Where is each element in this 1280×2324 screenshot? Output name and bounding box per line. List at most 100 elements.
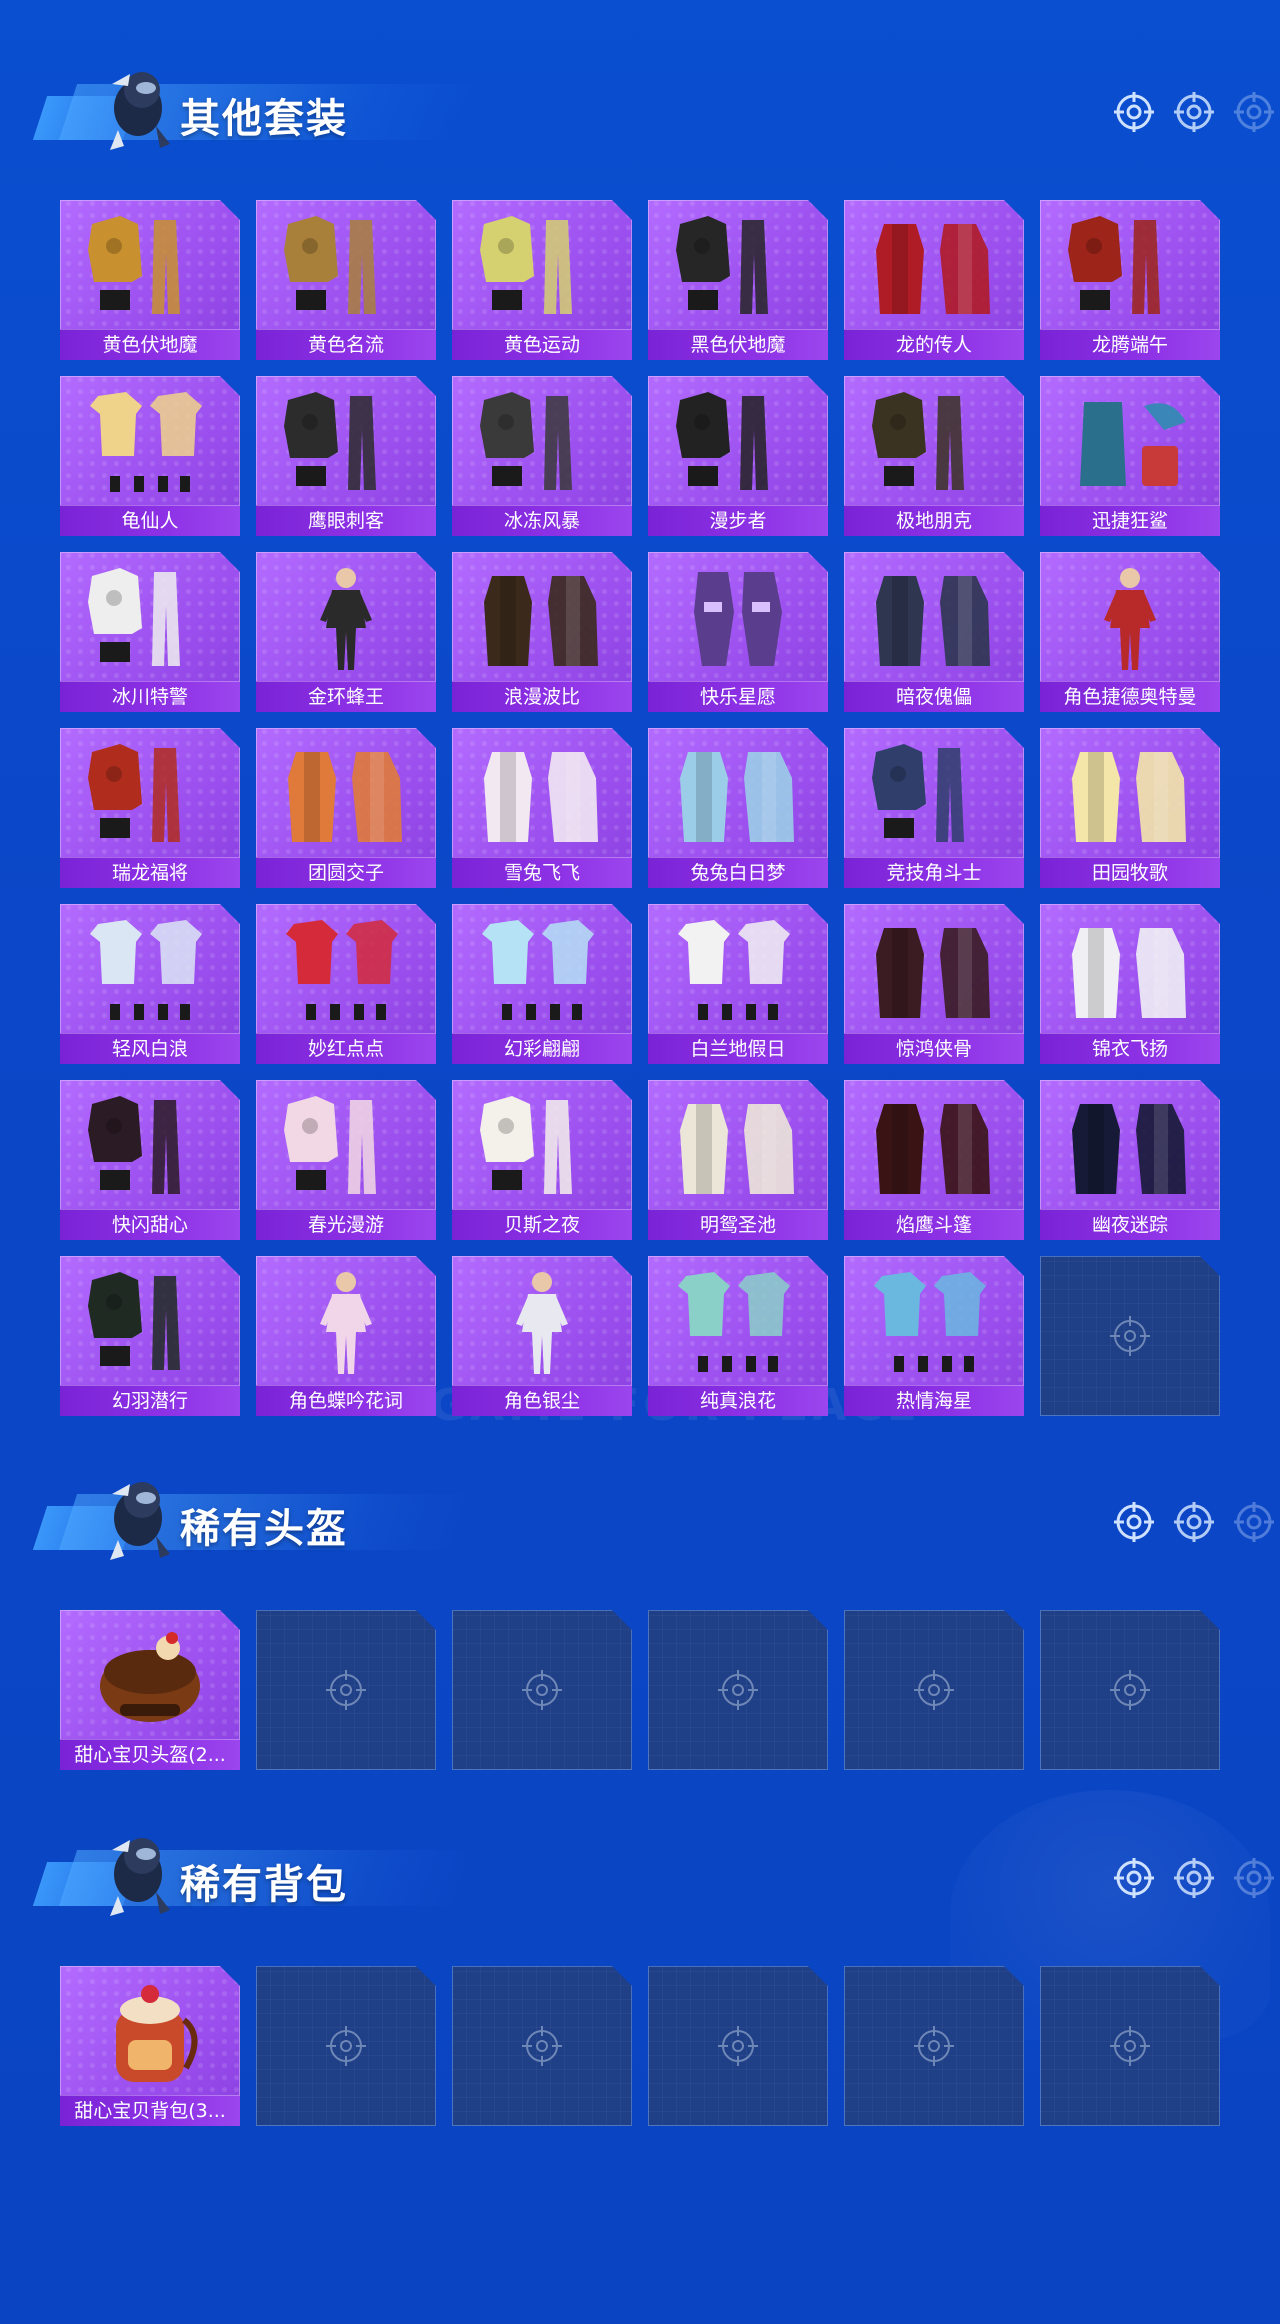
item-label: 黄色伏地魔 bbox=[60, 329, 240, 360]
item-card[interactable]: 锦衣飞扬 bbox=[1040, 904, 1220, 1064]
empty-slot[interactable] bbox=[1040, 1966, 1220, 2126]
item-card[interactable]: 角色捷德奥特曼 bbox=[1040, 552, 1220, 712]
item-label: 惊鸿侠骨 bbox=[844, 1033, 1024, 1064]
crosshair-icon bbox=[1172, 90, 1216, 134]
item-card[interactable]: 龙腾端午 bbox=[1040, 200, 1220, 360]
item-card[interactable]: 快闪甜心 bbox=[60, 1080, 240, 1240]
item-label: 轻风白浪 bbox=[60, 1033, 240, 1064]
dress-outfit-icon bbox=[276, 738, 416, 854]
item-card[interactable]: 金环蜂王 bbox=[256, 552, 436, 712]
item-label: 鹰眼刺客 bbox=[256, 505, 436, 536]
item-card[interactable]: 极地朋克 bbox=[844, 376, 1024, 536]
crosshair-icon bbox=[1232, 1856, 1276, 1900]
shirt-outfit-icon bbox=[668, 1266, 808, 1382]
item-card[interactable]: 迅捷狂鲨 bbox=[1040, 376, 1220, 536]
item-card[interactable]: 龟仙人 bbox=[60, 376, 240, 536]
item-card[interactable]: 龙的传人 bbox=[844, 200, 1024, 360]
crosshair-placeholder-icon bbox=[910, 2022, 958, 2070]
item-card[interactable]: 甜心宝贝背包(3... bbox=[60, 1966, 240, 2126]
item-label: 浪漫波比 bbox=[452, 681, 632, 712]
item-label: 兔兔白日梦 bbox=[648, 857, 828, 888]
item-card[interactable]: 冰川特警 bbox=[60, 552, 240, 712]
figure-outfit-icon bbox=[472, 1266, 612, 1382]
section-title: 稀有背包 bbox=[180, 1862, 348, 1908]
item-card[interactable]: 贝斯之夜 bbox=[452, 1080, 632, 1240]
item-card[interactable]: 漫步者 bbox=[648, 376, 828, 536]
item-label: 锦衣飞扬 bbox=[1040, 1033, 1220, 1064]
helmet-icon bbox=[80, 1620, 220, 1736]
empty-slot[interactable] bbox=[256, 1610, 436, 1770]
shirt-outfit-icon bbox=[472, 914, 612, 1030]
item-card[interactable]: 角色银尘 bbox=[452, 1256, 632, 1416]
item-card[interactable]: 暗夜傀儡 bbox=[844, 552, 1024, 712]
empty-slot[interactable] bbox=[256, 1966, 436, 2126]
item-card[interactable]: 妙红点点 bbox=[256, 904, 436, 1064]
item-card[interactable]: 热情海星 bbox=[844, 1256, 1024, 1416]
item-card[interactable]: 角色蝶吟花词 bbox=[256, 1256, 436, 1416]
header-decoration bbox=[1112, 1856, 1274, 1904]
item-label: 冰冻风暴 bbox=[452, 505, 632, 536]
item-card[interactable]: 冰冻风暴 bbox=[452, 376, 632, 536]
empty-slot[interactable] bbox=[452, 1610, 632, 1770]
jacket-outfit-icon bbox=[1060, 210, 1200, 326]
item-card[interactable]: 雪兔飞飞 bbox=[452, 728, 632, 888]
backpack-icon bbox=[80, 1976, 220, 2092]
item-card[interactable]: 瑞龙福将 bbox=[60, 728, 240, 888]
item-label: 春光漫游 bbox=[256, 1209, 436, 1240]
item-card[interactable]: 幽夜迷踪 bbox=[1040, 1080, 1220, 1240]
item-card[interactable]: 纯真浪花 bbox=[648, 1256, 828, 1416]
item-card[interactable]: 幻羽潜行 bbox=[60, 1256, 240, 1416]
empty-slot[interactable] bbox=[1040, 1610, 1220, 1770]
mascot-icon bbox=[90, 56, 186, 156]
item-card[interactable]: 白兰地假日 bbox=[648, 904, 828, 1064]
item-label: 金环蜂王 bbox=[256, 681, 436, 712]
item-label: 黄色运动 bbox=[452, 329, 632, 360]
item-card[interactable]: 快乐星愿 bbox=[648, 552, 828, 712]
suit-outfit-icon bbox=[276, 210, 416, 326]
dress-outfit-icon bbox=[668, 738, 808, 854]
item-label: 明鸳圣池 bbox=[648, 1209, 828, 1240]
item-card[interactable]: 轻风白浪 bbox=[60, 904, 240, 1064]
dress-outfit-icon bbox=[472, 738, 612, 854]
item-label: 幻羽潜行 bbox=[60, 1385, 240, 1416]
empty-slot[interactable] bbox=[648, 1966, 828, 2126]
shirt-outfit-icon bbox=[864, 1266, 1004, 1382]
jacket-outfit-icon bbox=[276, 1090, 416, 1206]
armor-outfit-icon bbox=[80, 738, 220, 854]
item-card[interactable]: 竞技角斗士 bbox=[844, 728, 1024, 888]
item-card[interactable]: 春光漫游 bbox=[256, 1080, 436, 1240]
item-card[interactable]: 焰鹰斗篷 bbox=[844, 1080, 1024, 1240]
empty-slot[interactable] bbox=[1040, 1256, 1220, 1416]
empty-slot[interactable] bbox=[648, 1610, 828, 1770]
empty-slot[interactable] bbox=[452, 1966, 632, 2126]
armor-outfit-icon bbox=[276, 386, 416, 502]
mascot-icon bbox=[90, 1466, 186, 1566]
crosshair-placeholder-icon bbox=[518, 1666, 566, 1714]
item-card[interactable]: 田园牧歌 bbox=[1040, 728, 1220, 888]
item-card[interactable]: 黑色伏地魔 bbox=[648, 200, 828, 360]
item-card[interactable]: 黄色伏地魔 bbox=[60, 200, 240, 360]
item-card[interactable]: 黄色名流 bbox=[256, 200, 436, 360]
dress-outfit-icon bbox=[864, 562, 1004, 678]
item-card[interactable]: 惊鸿侠骨 bbox=[844, 904, 1024, 1064]
item-card[interactable]: 明鸳圣池 bbox=[648, 1080, 828, 1240]
dress-outfit-icon bbox=[864, 210, 1004, 326]
item-label: 焰鹰斗篷 bbox=[844, 1209, 1024, 1240]
item-label: 纯真浪花 bbox=[648, 1385, 828, 1416]
armor-outfit-icon bbox=[864, 386, 1004, 502]
item-label: 热情海星 bbox=[844, 1385, 1024, 1416]
header-decoration bbox=[1112, 90, 1274, 138]
dress-outfit-icon bbox=[472, 562, 612, 678]
item-card[interactable]: 兔兔白日梦 bbox=[648, 728, 828, 888]
armor-outfit-icon bbox=[80, 1266, 220, 1382]
empty-slot[interactable] bbox=[844, 1966, 1024, 2126]
empty-slot[interactable] bbox=[844, 1610, 1024, 1770]
item-label: 快闪甜心 bbox=[60, 1209, 240, 1240]
item-card[interactable]: 黄色运动 bbox=[452, 200, 632, 360]
item-card[interactable]: 甜心宝贝头盔(2... bbox=[60, 1610, 240, 1770]
item-card[interactable]: 团圆交子 bbox=[256, 728, 436, 888]
crosshair-placeholder-icon bbox=[1106, 1312, 1154, 1360]
item-card[interactable]: 鹰眼刺客 bbox=[256, 376, 436, 536]
item-card[interactable]: 浪漫波比 bbox=[452, 552, 632, 712]
item-card[interactable]: 幻彩翩翩 bbox=[452, 904, 632, 1064]
